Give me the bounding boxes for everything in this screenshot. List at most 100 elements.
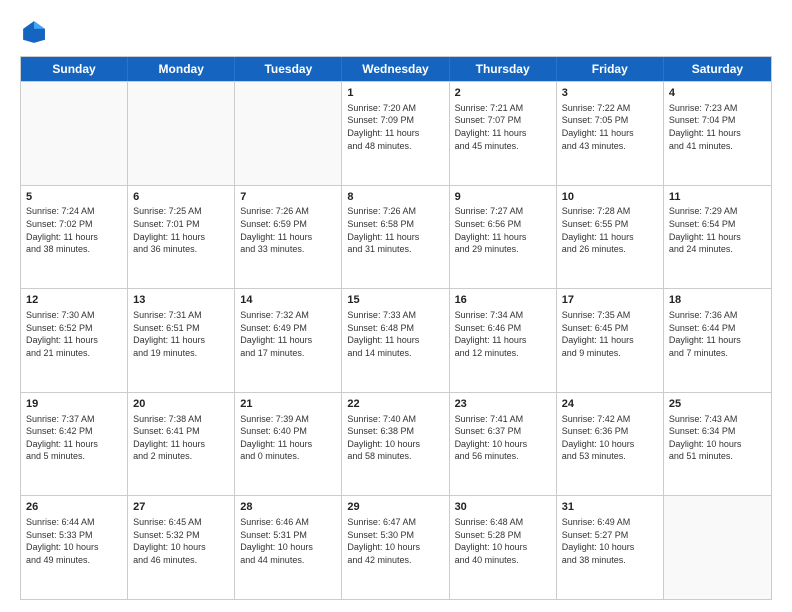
calendar-cell: 10Sunrise: 7:28 AM Sunset: 6:55 PM Dayli… xyxy=(557,186,664,289)
day-number: 27 xyxy=(133,500,229,515)
day-number: 28 xyxy=(240,500,336,515)
calendar-cell xyxy=(128,82,235,185)
calendar-header-row: SundayMondayTuesdayWednesdayThursdayFrid… xyxy=(21,57,771,81)
header xyxy=(20,18,772,46)
calendar-cell: 21Sunrise: 7:39 AM Sunset: 6:40 PM Dayli… xyxy=(235,393,342,496)
day-info: Sunrise: 7:28 AM Sunset: 6:55 PM Dayligh… xyxy=(562,205,658,255)
day-number: 5 xyxy=(26,190,122,205)
calendar-cell: 27Sunrise: 6:45 AM Sunset: 5:32 PM Dayli… xyxy=(128,496,235,599)
calendar-cell: 24Sunrise: 7:42 AM Sunset: 6:36 PM Dayli… xyxy=(557,393,664,496)
day-number: 29 xyxy=(347,500,443,515)
day-number: 3 xyxy=(562,86,658,101)
calendar-cell: 14Sunrise: 7:32 AM Sunset: 6:49 PM Dayli… xyxy=(235,289,342,392)
day-info: Sunrise: 7:39 AM Sunset: 6:40 PM Dayligh… xyxy=(240,413,336,463)
day-info: Sunrise: 7:20 AM Sunset: 7:09 PM Dayligh… xyxy=(347,102,443,152)
day-number: 31 xyxy=(562,500,658,515)
day-info: Sunrise: 7:29 AM Sunset: 6:54 PM Dayligh… xyxy=(669,205,766,255)
calendar-cell: 12Sunrise: 7:30 AM Sunset: 6:52 PM Dayli… xyxy=(21,289,128,392)
day-info: Sunrise: 7:35 AM Sunset: 6:45 PM Dayligh… xyxy=(562,309,658,359)
calendar-cell: 29Sunrise: 6:47 AM Sunset: 5:30 PM Dayli… xyxy=(342,496,449,599)
calendar-cell: 2Sunrise: 7:21 AM Sunset: 7:07 PM Daylig… xyxy=(450,82,557,185)
day-number: 22 xyxy=(347,397,443,412)
day-number: 8 xyxy=(347,190,443,205)
calendar-cell: 9Sunrise: 7:27 AM Sunset: 6:56 PM Daylig… xyxy=(450,186,557,289)
calendar-row: 12Sunrise: 7:30 AM Sunset: 6:52 PM Dayli… xyxy=(21,288,771,392)
calendar-cell: 16Sunrise: 7:34 AM Sunset: 6:46 PM Dayli… xyxy=(450,289,557,392)
day-number: 13 xyxy=(133,293,229,308)
day-info: Sunrise: 6:46 AM Sunset: 5:31 PM Dayligh… xyxy=(240,516,336,566)
calendar-cell: 26Sunrise: 6:44 AM Sunset: 5:33 PM Dayli… xyxy=(21,496,128,599)
day-number: 21 xyxy=(240,397,336,412)
day-number: 9 xyxy=(455,190,551,205)
calendar-body: 1Sunrise: 7:20 AM Sunset: 7:09 PM Daylig… xyxy=(21,81,771,599)
day-info: Sunrise: 7:30 AM Sunset: 6:52 PM Dayligh… xyxy=(26,309,122,359)
calendar-row: 26Sunrise: 6:44 AM Sunset: 5:33 PM Dayli… xyxy=(21,495,771,599)
day-info: Sunrise: 7:32 AM Sunset: 6:49 PM Dayligh… xyxy=(240,309,336,359)
day-info: Sunrise: 7:42 AM Sunset: 6:36 PM Dayligh… xyxy=(562,413,658,463)
day-number: 19 xyxy=(26,397,122,412)
day-number: 23 xyxy=(455,397,551,412)
calendar-cell xyxy=(664,496,771,599)
calendar-cell: 30Sunrise: 6:48 AM Sunset: 5:28 PM Dayli… xyxy=(450,496,557,599)
calendar-cell: 8Sunrise: 7:26 AM Sunset: 6:58 PM Daylig… xyxy=(342,186,449,289)
weekday-header: Thursday xyxy=(450,57,557,81)
day-number: 26 xyxy=(26,500,122,515)
calendar-row: 5Sunrise: 7:24 AM Sunset: 7:02 PM Daylig… xyxy=(21,185,771,289)
calendar-cell: 17Sunrise: 7:35 AM Sunset: 6:45 PM Dayli… xyxy=(557,289,664,392)
day-info: Sunrise: 7:24 AM Sunset: 7:02 PM Dayligh… xyxy=(26,205,122,255)
day-number: 10 xyxy=(562,190,658,205)
day-info: Sunrise: 6:44 AM Sunset: 5:33 PM Dayligh… xyxy=(26,516,122,566)
calendar-row: 19Sunrise: 7:37 AM Sunset: 6:42 PM Dayli… xyxy=(21,392,771,496)
day-info: Sunrise: 7:21 AM Sunset: 7:07 PM Dayligh… xyxy=(455,102,551,152)
weekday-header: Friday xyxy=(557,57,664,81)
day-number: 12 xyxy=(26,293,122,308)
day-info: Sunrise: 7:37 AM Sunset: 6:42 PM Dayligh… xyxy=(26,413,122,463)
calendar-cell: 7Sunrise: 7:26 AM Sunset: 6:59 PM Daylig… xyxy=(235,186,342,289)
logo xyxy=(20,18,52,46)
day-info: Sunrise: 7:41 AM Sunset: 6:37 PM Dayligh… xyxy=(455,413,551,463)
day-info: Sunrise: 7:43 AM Sunset: 6:34 PM Dayligh… xyxy=(669,413,766,463)
day-info: Sunrise: 6:45 AM Sunset: 5:32 PM Dayligh… xyxy=(133,516,229,566)
weekday-header: Saturday xyxy=(664,57,771,81)
day-info: Sunrise: 6:49 AM Sunset: 5:27 PM Dayligh… xyxy=(562,516,658,566)
calendar-cell xyxy=(235,82,342,185)
day-info: Sunrise: 7:22 AM Sunset: 7:05 PM Dayligh… xyxy=(562,102,658,152)
calendar-cell: 19Sunrise: 7:37 AM Sunset: 6:42 PM Dayli… xyxy=(21,393,128,496)
calendar-cell: 11Sunrise: 7:29 AM Sunset: 6:54 PM Dayli… xyxy=(664,186,771,289)
day-number: 24 xyxy=(562,397,658,412)
day-number: 11 xyxy=(669,190,766,205)
day-info: Sunrise: 7:40 AM Sunset: 6:38 PM Dayligh… xyxy=(347,413,443,463)
day-info: Sunrise: 7:26 AM Sunset: 6:58 PM Dayligh… xyxy=(347,205,443,255)
day-info: Sunrise: 7:38 AM Sunset: 6:41 PM Dayligh… xyxy=(133,413,229,463)
day-info: Sunrise: 7:26 AM Sunset: 6:59 PM Dayligh… xyxy=(240,205,336,255)
calendar-cell: 20Sunrise: 7:38 AM Sunset: 6:41 PM Dayli… xyxy=(128,393,235,496)
day-number: 17 xyxy=(562,293,658,308)
day-number: 1 xyxy=(347,86,443,101)
day-info: Sunrise: 7:31 AM Sunset: 6:51 PM Dayligh… xyxy=(133,309,229,359)
day-info: Sunrise: 7:25 AM Sunset: 7:01 PM Dayligh… xyxy=(133,205,229,255)
calendar-cell xyxy=(21,82,128,185)
day-number: 30 xyxy=(455,500,551,515)
day-info: Sunrise: 7:34 AM Sunset: 6:46 PM Dayligh… xyxy=(455,309,551,359)
calendar-row: 1Sunrise: 7:20 AM Sunset: 7:09 PM Daylig… xyxy=(21,81,771,185)
day-info: Sunrise: 6:48 AM Sunset: 5:28 PM Dayligh… xyxy=(455,516,551,566)
calendar-cell: 5Sunrise: 7:24 AM Sunset: 7:02 PM Daylig… xyxy=(21,186,128,289)
day-number: 7 xyxy=(240,190,336,205)
page: SundayMondayTuesdayWednesdayThursdayFrid… xyxy=(0,0,792,612)
calendar-cell: 22Sunrise: 7:40 AM Sunset: 6:38 PM Dayli… xyxy=(342,393,449,496)
day-number: 4 xyxy=(669,86,766,101)
day-info: Sunrise: 7:23 AM Sunset: 7:04 PM Dayligh… xyxy=(669,102,766,152)
day-number: 14 xyxy=(240,293,336,308)
weekday-header: Monday xyxy=(128,57,235,81)
calendar: SundayMondayTuesdayWednesdayThursdayFrid… xyxy=(20,56,772,600)
day-info: Sunrise: 7:36 AM Sunset: 6:44 PM Dayligh… xyxy=(669,309,766,359)
weekday-header: Sunday xyxy=(21,57,128,81)
day-number: 16 xyxy=(455,293,551,308)
day-number: 25 xyxy=(669,397,766,412)
day-info: Sunrise: 7:27 AM Sunset: 6:56 PM Dayligh… xyxy=(455,205,551,255)
weekday-header: Wednesday xyxy=(342,57,449,81)
calendar-cell: 4Sunrise: 7:23 AM Sunset: 7:04 PM Daylig… xyxy=(664,82,771,185)
calendar-cell: 31Sunrise: 6:49 AM Sunset: 5:27 PM Dayli… xyxy=(557,496,664,599)
calendar-cell: 23Sunrise: 7:41 AM Sunset: 6:37 PM Dayli… xyxy=(450,393,557,496)
day-number: 6 xyxy=(133,190,229,205)
